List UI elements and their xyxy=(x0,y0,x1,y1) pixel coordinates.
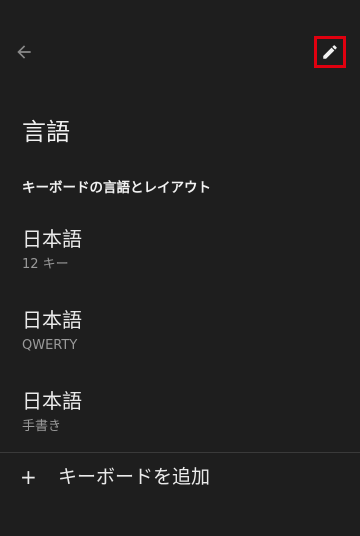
edit-button[interactable] xyxy=(314,36,346,68)
section-header: キーボードの言語とレイアウト xyxy=(22,180,211,196)
language-item-12key[interactable]: 日本語 12 キー xyxy=(0,224,360,302)
add-keyboard-button[interactable]: + キーボードを追加 xyxy=(0,454,360,500)
language-item-qwerty[interactable]: 日本語 QWERTY xyxy=(0,305,360,383)
language-layout: 12 キー xyxy=(22,257,69,272)
language-layout: 手書き xyxy=(22,419,62,434)
language-name: 日本語 xyxy=(22,308,82,332)
divider xyxy=(0,452,360,453)
language-name: 日本語 xyxy=(22,227,82,251)
toolbar xyxy=(0,0,360,104)
plus-icon: + xyxy=(20,465,37,489)
page-title: 言語 xyxy=(22,118,70,146)
pencil-icon xyxy=(323,45,337,59)
arrow-left-icon xyxy=(17,45,31,59)
language-layout: QWERTY xyxy=(22,338,78,353)
language-name: 日本語 xyxy=(22,389,82,413)
add-keyboard-label: キーボードを追加 xyxy=(58,466,211,488)
back-button[interactable] xyxy=(8,36,40,68)
